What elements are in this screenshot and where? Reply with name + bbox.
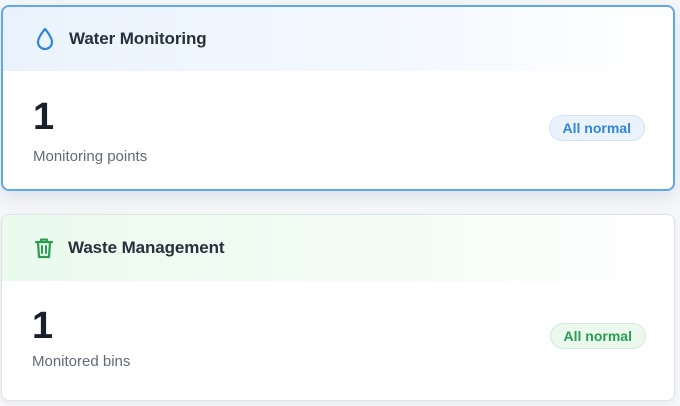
metric-value: 1: [33, 96, 55, 138]
trash-icon: [32, 236, 56, 260]
card-body: 1 Monitored bins All normal: [2, 281, 674, 400]
card-header: Waste Management: [2, 215, 674, 281]
card-body: 1 Monitoring points All normal: [3, 71, 673, 189]
metric-label: Monitored bins: [32, 353, 131, 370]
water-drop-icon: [33, 27, 57, 51]
water-monitoring-card[interactable]: Water Monitoring 1 Monitoring points All…: [1, 5, 675, 191]
card-title: Waste Management: [68, 238, 225, 257]
card-title: Water Monitoring: [69, 29, 207, 48]
status-badge: All normal: [549, 323, 646, 349]
status-badge: All normal: [548, 115, 645, 141]
card-header: Water Monitoring: [3, 7, 673, 71]
waste-management-card[interactable]: Waste Management 1 Monitored bins All no…: [1, 214, 675, 401]
metric-value: 1: [32, 305, 54, 347]
metric-label: Monitoring points: [33, 148, 148, 165]
